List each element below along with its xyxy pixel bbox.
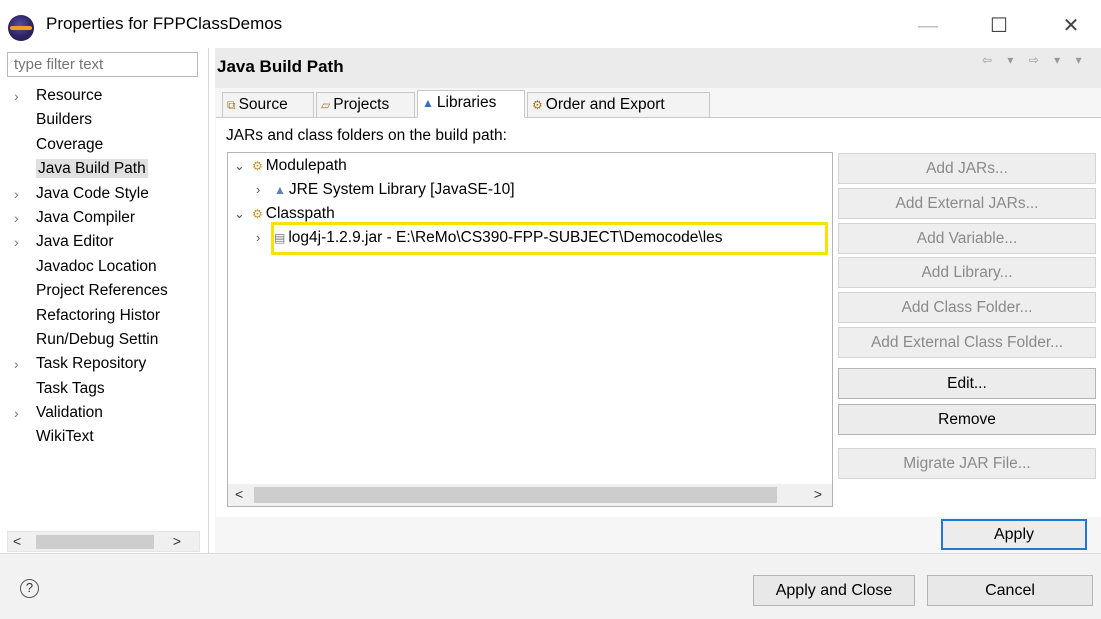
cancel-button[interactable]: Cancel xyxy=(927,575,1093,606)
chevron-down-icon[interactable]: ⌄ xyxy=(234,202,252,226)
tab-order-and-export[interactable]: ⚙ Order and Export xyxy=(527,92,710,118)
chevron-right-icon[interactable]: › xyxy=(14,401,19,425)
add-jars-button[interactable]: Add JARs... xyxy=(838,153,1096,184)
nav-item-label: Task Tags xyxy=(36,379,105,397)
nav-item-label: Resource xyxy=(36,87,103,104)
nav-item-label: Java Compiler xyxy=(36,208,136,226)
nav-item-builders[interactable]: Builders xyxy=(12,108,206,132)
nav-horizontal-scrollbar[interactable]: < > xyxy=(7,531,200,552)
nav-item-java-editor[interactable]: › Java Editor xyxy=(12,230,206,254)
scroll-left-arrow-icon[interactable]: < xyxy=(235,486,243,502)
remove-button[interactable]: Remove xyxy=(838,404,1096,435)
classpath-icon: ⚙ xyxy=(252,207,263,221)
nav-item-java-code-style[interactable]: › Java Code Style xyxy=(12,182,206,206)
nav-item-validation[interactable]: › Validation xyxy=(12,401,206,425)
nav-item-label: Project References xyxy=(36,282,168,300)
nav-item-label: Validation xyxy=(36,404,103,422)
nav-item-resource[interactable]: › Resource xyxy=(12,84,206,108)
chevron-right-icon[interactable]: › xyxy=(14,84,19,108)
history-nav-icons[interactable]: ⇦ ▾ ⇨ ▾ ▾ xyxy=(982,53,1088,67)
nav-item-task-tags[interactable]: Task Tags xyxy=(12,377,206,401)
chevron-right-icon[interactable]: › xyxy=(14,182,19,206)
scroll-right-arrow-icon[interactable]: > xyxy=(173,533,181,549)
nav-item-wikitext[interactable]: WikiText xyxy=(12,425,206,449)
nav-item-label: WikiText xyxy=(36,428,94,446)
nav-item-label: Coverage xyxy=(36,135,104,153)
libraries-icon: ▲ xyxy=(422,96,434,110)
page-header xyxy=(215,48,1101,88)
project-icon: ▱ xyxy=(321,98,331,112)
nav-item-label: Java Build Path xyxy=(36,159,148,179)
add-external-class-folder-button[interactable]: Add External Class Folder... xyxy=(838,327,1096,358)
nav-item-run-debug-settin[interactable]: Run/Debug Settin xyxy=(12,328,206,352)
chevron-right-icon[interactable]: › xyxy=(14,230,19,254)
tree-row-label: JRE System Library [JavaSE-10] xyxy=(288,181,515,198)
tab-source[interactable]: ⧉ Source xyxy=(222,92,314,118)
tab-label: Libraries xyxy=(436,94,497,111)
nav-item-java-build-path[interactable]: Java Build Path xyxy=(12,157,206,181)
add-class-folder-button[interactable]: Add Class Folder... xyxy=(838,292,1096,323)
tab-projects[interactable]: ▱ Projects xyxy=(316,92,415,118)
tab-label: Order and Export xyxy=(545,96,665,113)
close-button[interactable]: ✕ xyxy=(1051,12,1091,40)
page-title: Java Build Path xyxy=(217,57,344,76)
nav-item-task-repository[interactable]: › Task Repository xyxy=(12,352,206,376)
nav-item-label: Refactoring Histor xyxy=(36,306,161,324)
nav-item-label: Task Repository xyxy=(36,355,147,373)
nav-item-refactoring-histor[interactable]: Refactoring Histor xyxy=(12,304,206,328)
nav-item-label: Run/Debug Settin xyxy=(36,330,159,348)
library-icon: ▲ xyxy=(274,183,286,197)
tab-label: Projects xyxy=(333,96,390,113)
title-bar: Properties for FPPClassDemos — ☐ ✕ xyxy=(0,0,1101,48)
apply-button[interactable]: Apply xyxy=(941,519,1087,550)
help-icon[interactable]: ? xyxy=(20,579,39,598)
order-export-icon: ⚙ xyxy=(532,98,543,112)
window-title: Properties for FPPClassDemos xyxy=(46,14,283,33)
pane-divider[interactable] xyxy=(208,48,209,553)
add-library-button[interactable]: Add Library... xyxy=(838,257,1096,288)
edit-button[interactable]: Edit... xyxy=(838,368,1096,399)
tree-horizontal-scrollbar[interactable]: < > xyxy=(228,484,832,506)
scroll-right-arrow-icon[interactable]: > xyxy=(814,486,822,502)
jar-highlight-box xyxy=(271,222,828,255)
scroll-thumb[interactable] xyxy=(36,535,154,549)
nav-item-label: Builders xyxy=(36,111,92,129)
nav-item-java-compiler[interactable]: › Java Compiler xyxy=(12,206,206,230)
tree-row-label: Classpath xyxy=(265,205,335,222)
maximize-button[interactable]: ☐ xyxy=(979,12,1019,40)
nav-item-label: Java Code Style xyxy=(36,184,149,202)
nav-item-project-references[interactable]: Project References xyxy=(12,279,206,303)
nav-item-coverage[interactable]: Coverage xyxy=(12,133,206,157)
section-label: JARs and class folders on the build path… xyxy=(226,127,507,144)
chevron-down-icon[interactable]: ⌄ xyxy=(234,154,252,178)
apply-and-close-button[interactable]: Apply and Close xyxy=(753,575,915,606)
minimize-button[interactable]: — xyxy=(908,12,948,40)
add-external-jars-button[interactable]: Add External JARs... xyxy=(838,188,1096,219)
tree-row-label: Modulepath xyxy=(265,157,347,174)
nav-item-label: Javadoc Location xyxy=(36,257,157,275)
tree-row-modulepath[interactable]: ⌄ ⚙ Modulepath xyxy=(234,154,347,178)
scroll-thumb[interactable] xyxy=(254,487,777,503)
chevron-right-icon[interactable]: › xyxy=(14,206,19,230)
chevron-right-icon[interactable]: › xyxy=(14,352,19,376)
modulepath-icon: ⚙ xyxy=(252,159,263,173)
source-folder-icon: ⧉ xyxy=(227,98,236,112)
build-path-tree[interactable]: ⌄ ⚙ Modulepath › ▲ JRE System Library [JavaS… xyxy=(227,152,833,507)
tree-row-jre[interactable]: › ▲ JRE System Library [JavaSE-10] xyxy=(256,178,515,202)
filter-input[interactable] xyxy=(7,52,198,77)
properties-nav-tree: › Resource Builders Coverage Java Build Path… xyxy=(12,84,206,450)
scroll-left-arrow-icon[interactable]: < xyxy=(13,533,21,549)
eclipse-icon xyxy=(8,15,34,41)
nav-item-javadoc-location[interactable]: Javadoc Location xyxy=(12,255,206,279)
add-variable-button[interactable]: Add Variable... xyxy=(838,223,1096,254)
chevron-right-icon[interactable]: › xyxy=(256,178,274,202)
tab-label: Source xyxy=(238,96,288,113)
migrate-jar-button[interactable]: Migrate JAR File... xyxy=(838,448,1096,479)
nav-item-label: Java Editor xyxy=(36,233,114,251)
tab-libraries[interactable]: ▲ Libraries xyxy=(417,90,525,118)
